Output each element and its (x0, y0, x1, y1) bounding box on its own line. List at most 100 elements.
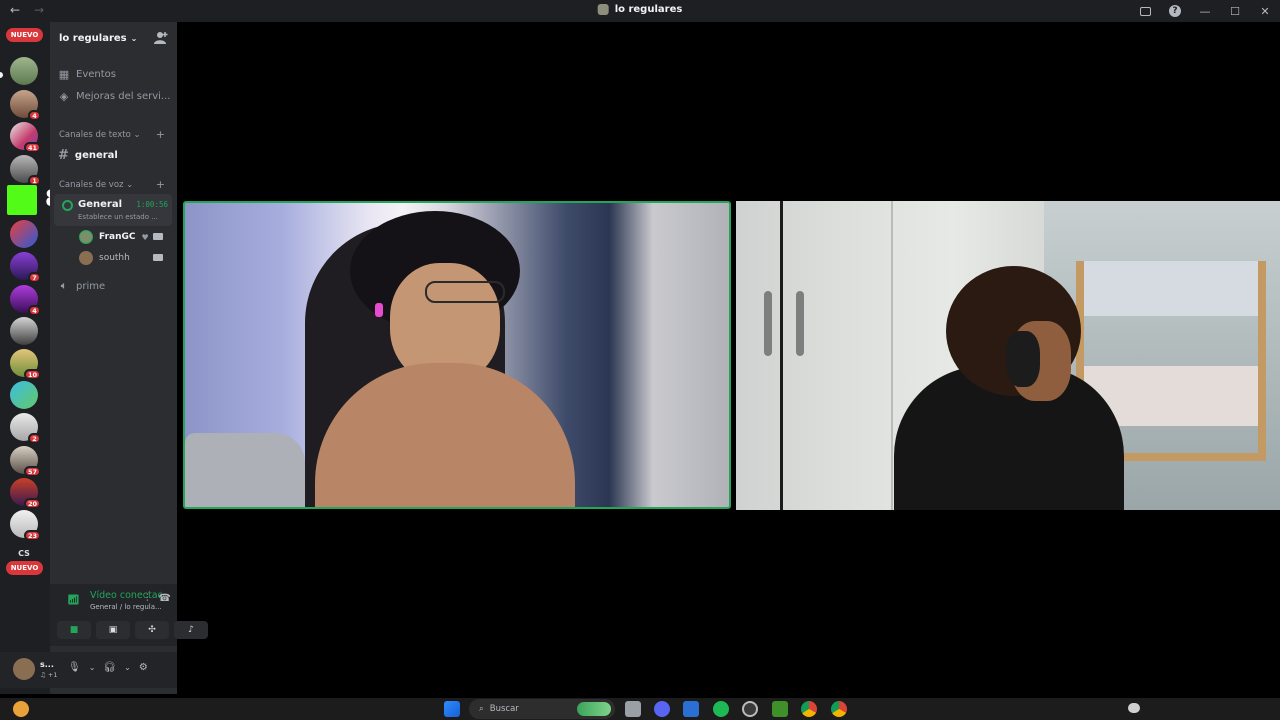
camera-button[interactable]: ■ (57, 621, 91, 639)
server-icon-kick[interactable]: 8 (7, 185, 60, 215)
screen-share-button[interactable]: ▣ (96, 621, 130, 639)
mention-badge: 23 (23, 530, 41, 541)
unread-pill (0, 72, 3, 78)
add-text-channel-icon[interactable]: + (156, 128, 165, 141)
server-icon-15[interactable]: 23 (10, 510, 41, 541)
camera-icon (153, 254, 163, 261)
channel-general-text[interactable]: # general (58, 148, 118, 163)
events-label: Eventos (76, 69, 116, 80)
handle-shape (796, 291, 804, 356)
store-icon[interactable] (683, 701, 699, 717)
gear-icon[interactable]: ⚙ (139, 662, 148, 673)
microphone-icon[interactable]: 🎙︎ (68, 662, 81, 673)
speaker-icon (62, 200, 73, 211)
taskbar: ⌕ Buscar (0, 698, 1280, 720)
taskbar-search[interactable]: ⌕ Buscar (469, 699, 615, 719)
add-voice-channel-icon[interactable]: + (156, 178, 165, 191)
server-icon-12[interactable]: 2 (10, 413, 41, 444)
server-icon-6[interactable] (10, 220, 38, 248)
forward-arrow-icon[interactable]: → (32, 3, 46, 17)
server-icon-cs[interactable]: CS (10, 549, 38, 558)
mention-badge: 7 (28, 272, 41, 283)
spotify-icon[interactable] (713, 701, 729, 717)
door-edge (780, 201, 783, 510)
server-icon-13[interactable]: 57 (10, 446, 41, 477)
voice-user-southh[interactable]: southh (79, 251, 163, 265)
discord-icon[interactable] (654, 701, 670, 717)
bed-shape (185, 433, 305, 507)
voice-category[interactable]: Canales de voz ⌄ (59, 180, 133, 190)
server-icon-14[interactable]: 20 (10, 478, 41, 509)
voice-status[interactable]: Establece un estado ... (78, 213, 158, 221)
events-item[interactable]: ▦ Eventos (58, 68, 116, 81)
chevron-down-icon[interactable]: ⌄ (124, 663, 131, 672)
server-icon-4[interactable]: 1 (10, 155, 41, 186)
user-avatar[interactable] (13, 658, 35, 680)
soundboard-icon: ♪ (188, 625, 194, 635)
minecraft-icon[interactable] (772, 701, 788, 717)
server-icon-1[interactable] (10, 57, 38, 85)
server-rail: NUEVO 4 41 1 8 7 4 10 2 57 20 23 CS NUEV… (0, 22, 60, 694)
invite-user-icon[interactable] (154, 31, 168, 45)
window-title: lo regulares (597, 4, 683, 15)
server-icon-8[interactable]: 4 (10, 285, 41, 316)
user-name[interactable]: s... (40, 660, 54, 669)
new-badge-top[interactable]: NUEVO (6, 28, 43, 42)
help-icon[interactable]: ? (1160, 0, 1190, 22)
voice-user-frangc[interactable]: FranGC ♥ (79, 230, 163, 244)
voice-channel-general[interactable]: General 1:00:56 Establece un estado ... (54, 194, 172, 226)
steam-icon[interactable] (742, 701, 758, 717)
activities-icon: ✣ (148, 625, 156, 635)
voice-user-name: FranGC (99, 232, 136, 242)
user-controls: 🎙︎ ⌄ 🎧︎ ⌄ ⚙ (68, 662, 148, 673)
server-icon-2[interactable]: 4 (10, 90, 41, 121)
boosts-item[interactable]: ◈ Mejoras del servi... (58, 90, 171, 103)
user-status: ♫ +1 (40, 671, 58, 679)
voice-timer: 1:00:56 (136, 200, 168, 209)
task-view-icon[interactable] (625, 701, 641, 717)
server-icon-11[interactable] (10, 381, 38, 409)
maximize-button[interactable]: ☐ (1220, 0, 1250, 22)
close-button[interactable]: ✕ (1250, 0, 1280, 22)
mention-badge: 20 (23, 498, 41, 509)
text-category[interactable]: Canales de texto ⌄ (59, 130, 141, 140)
new-badge-bottom[interactable]: NUEVO (6, 561, 43, 575)
signal-icon: 📶︎ (67, 595, 80, 606)
server-icon-7[interactable]: 7 (10, 252, 41, 283)
soundboard-button[interactable]: ♪ (174, 621, 208, 639)
windows-start-icon[interactable] (444, 701, 460, 717)
bunk-top-bedding (1084, 261, 1258, 316)
disconnect-icon[interactable]: ☎ (159, 593, 171, 604)
chrome-profile-icon[interactable] (831, 701, 847, 717)
back-arrow-icon[interactable]: ← (8, 3, 22, 17)
voice-panel-actions: ⫶ ☎ (146, 593, 171, 604)
server-icon-3[interactable]: 41 (10, 122, 41, 153)
server-icon-10[interactable]: 10 (10, 349, 41, 380)
chevron-down-icon[interactable]: ⌄ (89, 663, 96, 672)
server-icon-9[interactable] (10, 317, 38, 345)
headset-shape (1006, 331, 1040, 387)
voice-connected-subtitle[interactable]: General / lo regula... (90, 603, 162, 611)
server-icon (597, 4, 609, 15)
headphones-icon[interactable]: 🎧︎ (103, 662, 116, 673)
text-channel-label: general (74, 150, 118, 161)
window-title-text: lo regulares (614, 4, 683, 15)
inbox-icon[interactable] (1130, 0, 1160, 22)
glasses-shape (425, 281, 505, 303)
cloud-icon[interactable] (1128, 703, 1140, 713)
avatar (79, 251, 93, 265)
minimize-button[interactable]: — (1190, 0, 1220, 22)
mention-badge: 2 (28, 433, 41, 444)
activities-button[interactable]: ✣ (135, 621, 169, 639)
text-category-label: Canales de texto (59, 130, 131, 140)
noise-suppression-icon[interactable]: ⫶ (146, 593, 149, 604)
screen-share-icon: ▣ (108, 625, 118, 635)
mention-badge: 57 (23, 466, 41, 477)
search-placeholder: Buscar (489, 704, 519, 714)
chrome-icon[interactable] (801, 701, 817, 717)
weather-icon[interactable] (13, 701, 29, 717)
title-bar: ← → lo regulares ? — ☐ ✕ (0, 0, 1280, 22)
voice-channel-prime[interactable]: 🔈︎ prime (58, 279, 105, 293)
video-tile[interactable] (736, 201, 1280, 510)
video-tile-speaking[interactable] (183, 201, 731, 509)
